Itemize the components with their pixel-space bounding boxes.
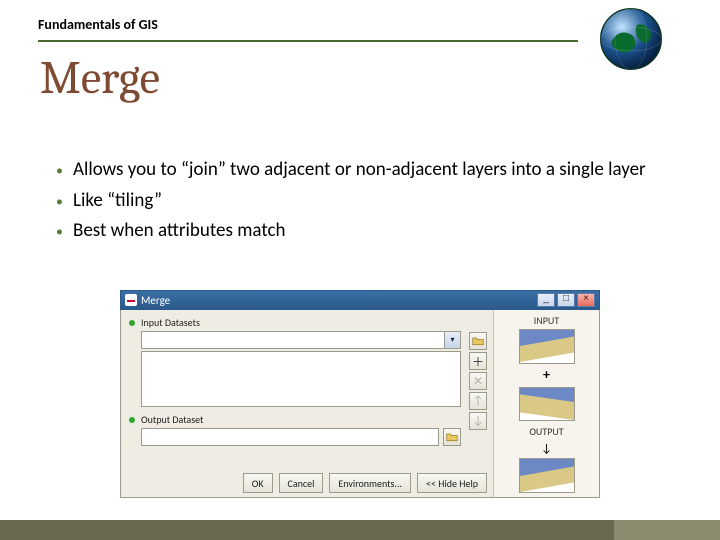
required-dot-icon: [129, 417, 135, 423]
merge-dialog: Merge _ □ × Input Datasets ▾ ＋ ✕ ↑: [120, 290, 600, 498]
dialog-body: Input Datasets ▾ ＋ ✕ ↑ ↓ Output Dataset: [120, 310, 600, 498]
add-button[interactable]: ＋: [469, 352, 487, 370]
close-button[interactable]: ×: [577, 293, 595, 307]
plus-icon: +: [543, 366, 550, 383]
slide-title: Merge: [40, 52, 160, 105]
move-down-button[interactable]: ↓: [469, 412, 487, 430]
help-input-heading: INPUT: [534, 314, 559, 327]
move-up-button[interactable]: ↑: [469, 392, 487, 410]
footer-left: [0, 520, 614, 540]
maximize-button[interactable]: □: [557, 293, 575, 307]
minimize-button[interactable]: _: [537, 293, 555, 307]
dialog-button-row: OK Cancel Environments... << Hide Help: [243, 473, 487, 493]
list-item: • Best when attributes match: [56, 219, 646, 244]
input-tile-1-graphic: [519, 329, 575, 364]
help-pane: INPUT + OUTPUT ↓: [493, 310, 599, 497]
cancel-button[interactable]: Cancel: [279, 473, 324, 493]
list-item: • Allows you to “join” two adjacent or n…: [56, 158, 646, 183]
input-datasets-dropdown[interactable]: ▾: [141, 331, 461, 349]
bullet-text: Like “tiling”: [73, 189, 646, 214]
output-dataset-input[interactable]: [141, 428, 439, 446]
bullet-text: Best when attributes match: [73, 219, 646, 244]
output-browse-button[interactable]: [443, 428, 461, 446]
input-tile-2-graphic: [519, 387, 575, 422]
bullet-icon: •: [56, 193, 63, 214]
output-dataset-label: Output Dataset: [141, 413, 203, 426]
down-arrow-icon: ↓: [541, 442, 552, 456]
bullet-list: • Allows you to “join” two adjacent or n…: [56, 158, 646, 250]
window-title: Merge: [141, 294, 537, 307]
window-titlebar[interactable]: Merge _ □ ×: [120, 290, 600, 310]
required-dot-icon: [129, 320, 135, 326]
bullet-icon: •: [56, 162, 63, 183]
title-divider: [38, 40, 578, 42]
chevron-down-icon[interactable]: ▾: [444, 332, 460, 348]
hide-help-button[interactable]: << Hide Help: [417, 473, 487, 493]
app-icon: [125, 294, 137, 306]
help-output-heading: OUTPUT: [529, 425, 563, 438]
bullet-icon: •: [56, 223, 63, 244]
input-datasets-label: Input Datasets: [141, 316, 200, 329]
list-side-buttons: ＋ ✕ ↑ ↓: [469, 332, 487, 430]
globe-icon: [598, 6, 664, 72]
course-title: Fundamentals of GIS: [38, 16, 158, 33]
footer-bar: [0, 520, 720, 540]
footer-right: [614, 520, 720, 540]
browse-folder-button[interactable]: [469, 332, 487, 350]
main-pane: Input Datasets ▾ ＋ ✕ ↑ ↓ Output Dataset: [121, 310, 493, 497]
output-tile-graphic: [519, 458, 575, 493]
environments-button[interactable]: Environments...: [329, 473, 411, 493]
input-datasets-list[interactable]: [141, 351, 461, 407]
ok-button[interactable]: OK: [243, 473, 273, 493]
remove-button[interactable]: ✕: [469, 372, 487, 390]
bullet-text: Allows you to “join” two adjacent or non…: [73, 158, 646, 183]
list-item: • Like “tiling”: [56, 189, 646, 214]
